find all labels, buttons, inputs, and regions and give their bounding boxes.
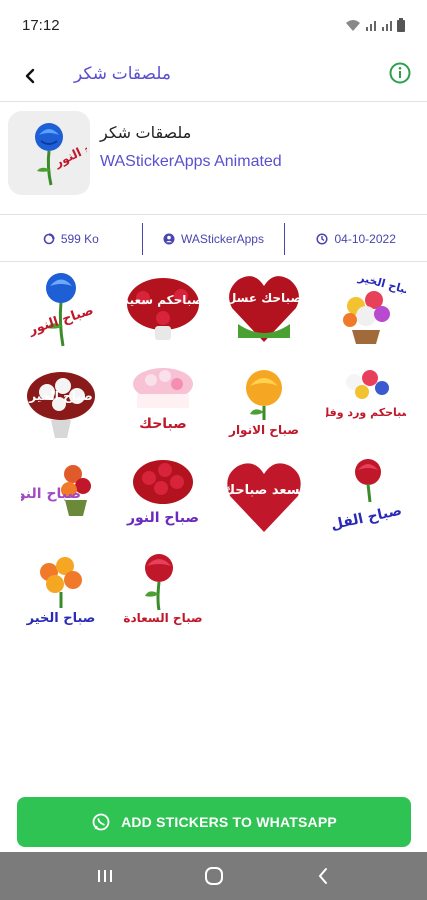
red-heart-sticker: يسعد صباحك: [224, 463, 304, 532]
sticker-caption: صباح النور: [126, 510, 199, 526]
meta-date: 04-10-2022: [285, 223, 427, 255]
back-arrow-icon: [318, 868, 327, 884]
meta-author: WAStickerApps: [141, 222, 286, 255]
blue-rose-sticker: صباح النور: [26, 273, 95, 347]
sticker-item[interactable]: صباح الخير: [17, 550, 104, 630]
red-roses-dome-sticker: صباح النور: [126, 460, 199, 526]
red-rose-bouquet-sticker: صباحكم سعيد: [123, 278, 203, 340]
sticker-item[interactable]: صباح السعادة: [119, 550, 206, 630]
single-red-rose-sticker: صباح الفل: [330, 459, 404, 534]
sticker-item[interactable]: يسعد صباحك: [221, 456, 308, 536]
system-nav-bar: [0, 852, 427, 900]
recent-apps-icon: [97, 870, 112, 882]
flower-cake-sticker: صباحك: [132, 368, 193, 432]
red-rose-stem-sticker: صباح السعادة: [123, 554, 202, 625]
signal-icon: [366, 21, 376, 31]
sticker-caption: صباحكم ورد وفل: [326, 406, 406, 419]
sticker-item[interactable]: صباحكم ورد وفل: [323, 362, 410, 442]
meta-author-value: WAStickerApps: [181, 231, 264, 246]
sticker-caption: صباح الخير: [26, 611, 96, 626]
meta-size-value: 599 Ko: [60, 231, 99, 246]
size-icon: [43, 232, 55, 244]
flower-basket-sticker: صباح الخير: [343, 271, 406, 344]
sticker-item[interactable]: صباح الخير: [323, 268, 410, 348]
meta-size: 599 Ko: [0, 223, 142, 255]
sticker-item[interactable]: صباح الخير: [17, 362, 104, 442]
orange-bouquet-sticker: صباح الخير: [26, 557, 96, 626]
pack-icon: صباح النور: [8, 111, 90, 195]
app-bar-title: ملصقات شكر: [74, 64, 171, 83]
sticker-caption: صباحك عسل: [226, 291, 302, 305]
signal-icon-2: [382, 21, 392, 31]
home-icon: [204, 867, 223, 885]
sticker-caption: صباح السعادة: [123, 611, 202, 625]
sticker-caption: صباح الخير: [356, 271, 406, 299]
sticker-caption: صباح النور: [21, 486, 81, 502]
pack-name: ملصقات شكر: [100, 125, 192, 142]
system-back-button[interactable]: [303, 856, 343, 896]
sticker-caption: يسعد صباحك: [224, 483, 304, 498]
roses-vase-sticker: صباح النور: [21, 465, 91, 516]
clock-icon: [316, 232, 329, 245]
info-icon: [389, 62, 411, 84]
sticker-caption: صباح الانوار: [228, 423, 299, 438]
pack-meta-row: 599 Ko WAStickerApps 04-10-2022: [0, 216, 427, 262]
blue-rose-icon: صباح النور: [35, 123, 87, 186]
back-button[interactable]: [16, 62, 44, 90]
sticker-item[interactable]: صباح النور: [119, 456, 206, 536]
mixed-bouquet-sticker: صباحكم ورد وفل: [326, 370, 406, 419]
user-icon: [163, 233, 175, 244]
screen: 17:12 ملصقات شكر صباح النور ملصقات شكر W…: [0, 0, 427, 900]
add-to-whatsapp-label: ADD STICKERS TO WHATSAPP: [121, 814, 337, 830]
sticker-item[interactable]: صباح النور: [17, 456, 104, 536]
pack-publisher: WAStickerApps Animated: [100, 153, 282, 170]
home-button[interactable]: [194, 856, 234, 896]
status-time: 17:12: [22, 16, 60, 34]
chevron-left-icon: [25, 68, 35, 84]
sticker-item[interactable]: صباح النور: [17, 268, 104, 348]
wifi-icon: [346, 20, 360, 31]
sticker-grid: صباح النور صباحكم سعيد صباحك عسل صباح ال…: [0, 268, 427, 630]
pack-header: صباح النور ملصقات شكر WAStickerApps Anim…: [0, 103, 427, 215]
whatsapp-icon: [92, 813, 110, 831]
sticker-item[interactable]: صباح الفل: [323, 456, 410, 536]
sticker-caption: صباحك: [139, 416, 187, 432]
add-to-whatsapp-button[interactable]: ADD STICKERS TO WHATSAPP: [17, 797, 411, 847]
sticker-caption: صباح الخير: [28, 389, 92, 403]
sticker-item[interactable]: صباحكم سعيد: [119, 268, 206, 348]
sticker-caption: صباح الفل: [330, 503, 404, 534]
sticker-item[interactable]: صباحك عسل: [221, 268, 308, 348]
orange-rose-sticker: صباح الانوار: [228, 370, 299, 438]
white-roses-vase-sticker: صباح الخير: [26, 372, 95, 438]
app-bar: ملصقات شكر: [0, 50, 427, 102]
sticker-item[interactable]: صباح الانوار: [221, 362, 308, 442]
info-button[interactable]: [387, 60, 413, 86]
meta-date-value: 04-10-2022: [334, 231, 396, 246]
status-icons: [345, 18, 405, 32]
status-bar: 17:12: [0, 0, 427, 50]
recent-apps-button[interactable]: [85, 856, 125, 896]
sticker-item[interactable]: صباحك: [119, 362, 206, 442]
battery-icon: [397, 18, 405, 32]
sticker-caption: صباحكم سعيد: [123, 293, 203, 307]
heart-roses-sticker: صباحك عسل: [226, 276, 302, 342]
